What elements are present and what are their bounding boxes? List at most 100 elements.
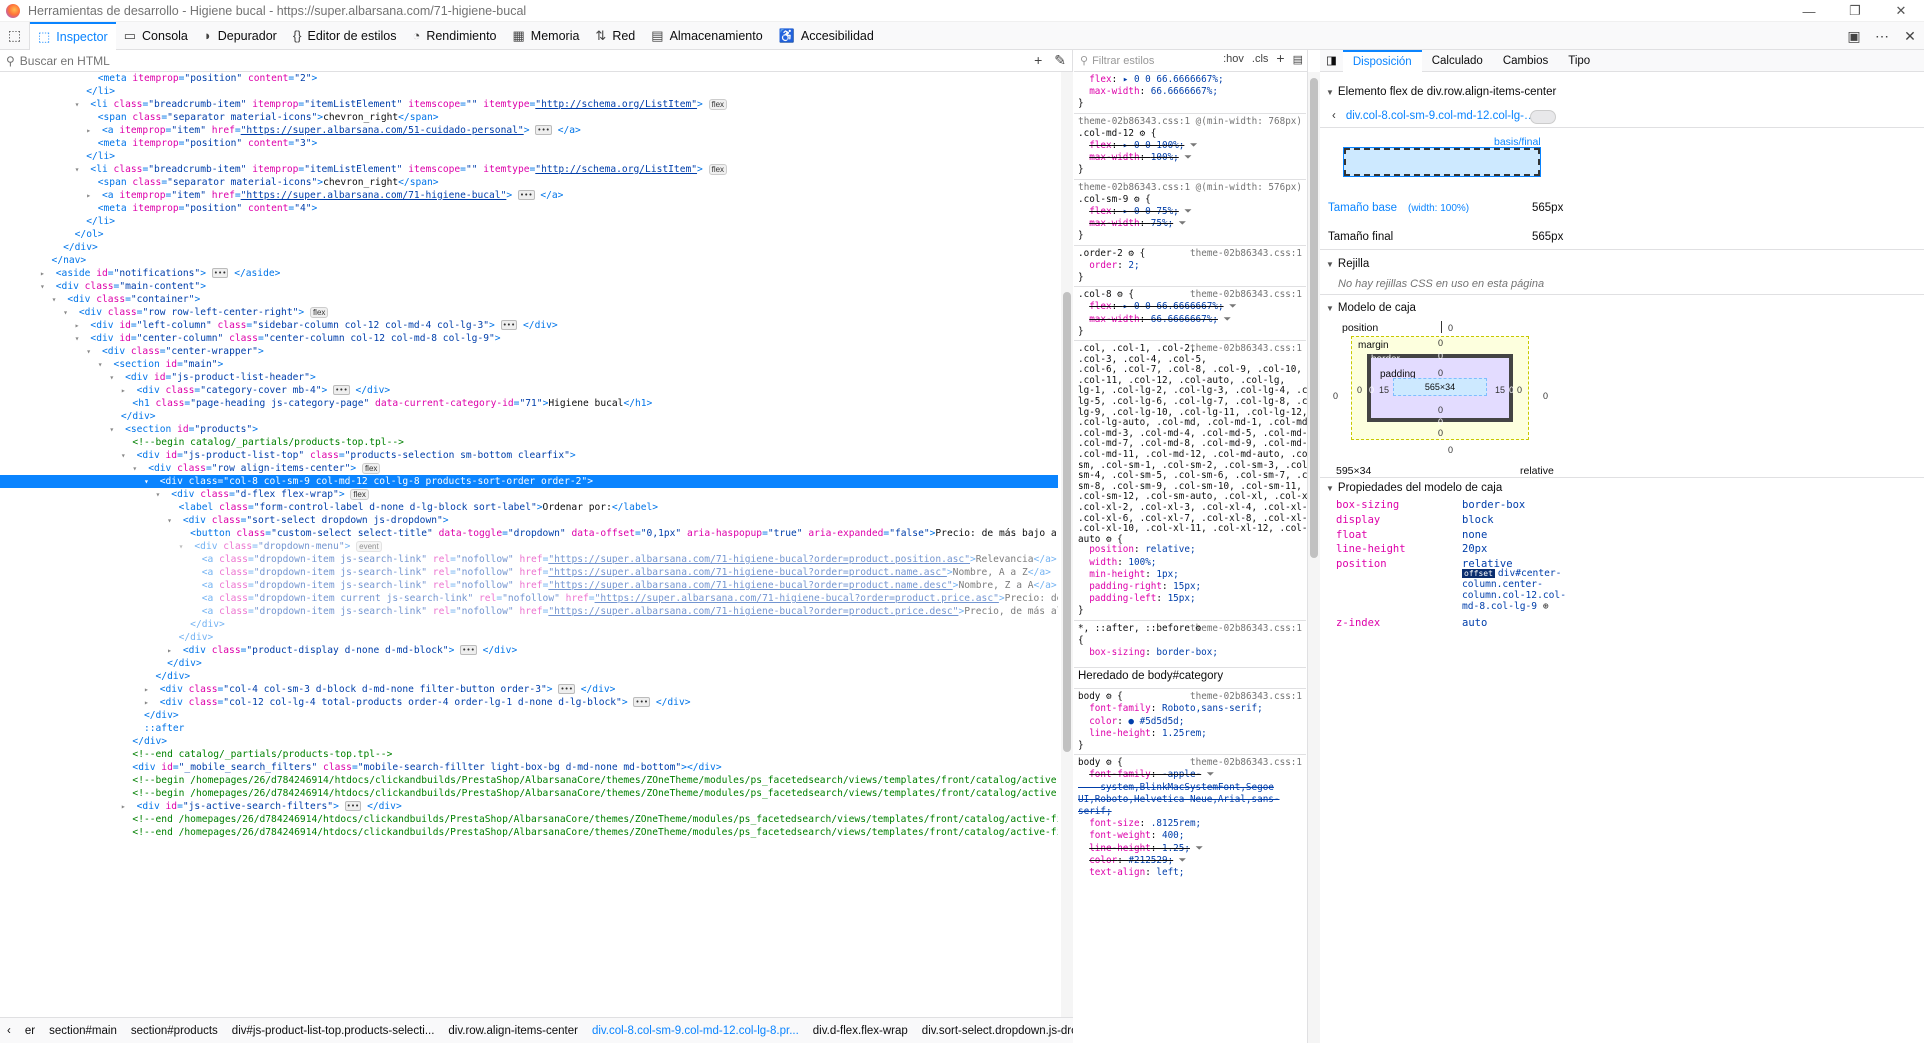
markup-node-row[interactable]: </div>	[0, 618, 1058, 631]
markup-node-row[interactable]: ▸ <div class="col-12 col-lg-4 total-prod…	[0, 696, 1058, 709]
markup-node-row[interactable]: ▾ <div class="main-content">	[0, 280, 1058, 293]
markup-node-row[interactable]: <div id="_mobile_search_filters" class="…	[0, 761, 1058, 774]
minimize-icon[interactable]: —	[1786, 0, 1832, 22]
print-icon[interactable]: ▤	[1293, 53, 1303, 66]
add-rule-icon[interactable]: +	[1276, 51, 1284, 66]
markup-node-row[interactable]: ▾ <div class="row row-left-center-right"…	[0, 306, 1058, 319]
tab-inspector[interactable]: ⬚ Inspector	[30, 21, 116, 50]
markup-node-row[interactable]: ▾ <li class="breadcrumb-item" itemprop="…	[0, 163, 1058, 176]
markup-node-row[interactable]: ▸ <div class="product-display d-none d-m…	[0, 644, 1058, 657]
markup-node-row[interactable]: ▾ <div class="d-flex flex-wrap"> flex	[0, 488, 1058, 501]
markup-node-row[interactable]: <a class="dropdown-item js-search-link" …	[0, 579, 1058, 592]
box-prop-name[interactable]: line-height	[1336, 543, 1406, 555]
markup-node-row[interactable]: <!--end /homepages/26/d784246914/htdocs/…	[0, 813, 1058, 826]
tab-editor-de-estilos[interactable]: {} Editor de estilos	[285, 22, 405, 50]
tab-cambios[interactable]: Cambios	[1493, 50, 1558, 72]
markup-node-row[interactable]: <!--end catalog/_partials/products-top.t…	[0, 748, 1058, 761]
eyedropper-icon[interactable]: ✎	[1054, 52, 1066, 69]
box-model-properties-section[interactable]: ▼ Propiedades del modelo de caja	[1326, 482, 1502, 494]
box-prop-name[interactable]: z-index	[1336, 617, 1380, 629]
markup-node-row[interactable]: ▾ <div class="container">	[0, 293, 1058, 306]
hov-button[interactable]: :hov	[1223, 53, 1244, 66]
rule-source[interactable]: theme-02b86343.css:1	[1190, 343, 1302, 355]
flex-highlight-toggle[interactable]	[1530, 110, 1556, 124]
markup-node-row[interactable]: ▸ <aside id="notifications"> ••• </aside…	[0, 267, 1058, 280]
markup-node-row[interactable]: ▾ <div id="center-column" class="center-…	[0, 332, 1058, 345]
target-icon[interactable]: ⊕	[1537, 601, 1549, 612]
sidebar-toggle-icon[interactable]: ◨	[1320, 50, 1343, 72]
filter-styles-input[interactable]: ⚲ Filtrar estilos :hov .cls + ▤	[1074, 50, 1307, 72]
flex-item-section[interactable]: ▼ Elemento flex de div.row.align-items-ce…	[1326, 86, 1556, 98]
selected-node-row[interactable]: ▾ <div class="col-8 col-sm-9 col-md-12 c…	[0, 475, 1058, 488]
breadcrumb-back-icon[interactable]: ‹	[0, 1025, 18, 1037]
markup-node-row[interactable]: <!--begin /homepages/26/d784246914/htdoc…	[0, 774, 1058, 787]
breadcrumb-item[interactable]: div.d-flex.flex-wrap	[806, 1025, 915, 1037]
tab-rendimiento[interactable]: ◔ Rendimiento	[404, 22, 504, 50]
rule-source[interactable]: theme-02b86343.css:1	[1190, 691, 1302, 703]
markup-node-row[interactable]: ▾ <div class="dropdown-menu"> event	[0, 540, 1058, 553]
markup-node-row[interactable]: </div>	[0, 670, 1058, 683]
tab-calculado[interactable]: Calculado	[1422, 50, 1493, 72]
markup-node-row[interactable]: <label class="form-control-label d-none …	[0, 501, 1058, 514]
flex-item-selector[interactable]: ‹ div.col-8.col-sm-9.col-md-12.col-lg-… ⇕	[1332, 108, 1548, 122]
breadcrumb-item[interactable]: er	[18, 1025, 42, 1037]
markup-node-row[interactable]: <span class="separator material-icons">c…	[0, 111, 1058, 124]
markup-node-row[interactable]: ▸ <div class="col-4 col-sm-3 d-block d-m…	[0, 683, 1058, 696]
rule-source[interactable]: theme-02b86343.css:1	[1190, 623, 1302, 635]
markup-node-row[interactable]: ▾ <div class="sort-select dropdown js-dr…	[0, 514, 1058, 527]
markup-node-row[interactable]: <a class="dropdown-item js-search-link" …	[0, 553, 1058, 566]
markup-node-row[interactable]: ▸ <div class="category-cover mb-4"> ••• …	[0, 384, 1058, 397]
rules-scrollbar[interactable]	[1308, 72, 1320, 1043]
markup-node-row[interactable]: <!--begin /homepages/26/d784246914/htdoc…	[0, 787, 1058, 800]
markup-node-row[interactable]: <a class="dropdown-item current js-searc…	[0, 592, 1058, 605]
markup-node-row[interactable]: </div>	[0, 410, 1058, 423]
markup-node-row[interactable]: <!--begin catalog/_partials/products-top…	[0, 436, 1058, 449]
markup-node-row[interactable]: ▸ <div id="js-active-search-filters"> ••…	[0, 800, 1058, 813]
add-node-icon[interactable]: +	[1034, 52, 1042, 69]
box-prop-name[interactable]: float	[1336, 529, 1368, 541]
markup-node-row[interactable]: ▾ <div id="js-product-list-top" class="p…	[0, 449, 1058, 462]
markup-node-row[interactable]: </li>	[0, 215, 1058, 228]
tab-accesibilidad[interactable]: ♿ Accesibilidad	[771, 22, 882, 50]
restore-icon[interactable]: ❐	[1832, 0, 1878, 22]
grid-section[interactable]: ▼ Rejilla	[1326, 258, 1369, 270]
markup-node-row[interactable]: <a class="dropdown-item js-search-link" …	[0, 605, 1058, 618]
tab-almacenamiento[interactable]: ▤ Almacenamiento	[643, 22, 770, 50]
breadcrumb-item[interactable]: div.sort-select.dropdown.js-dropdown	[915, 1025, 1073, 1037]
markup-node-row[interactable]: ▸ <div id="left-column" class="sidebar-c…	[0, 319, 1058, 332]
media-rule-source[interactable]: theme-02b86343.css:1 @(min-width: 768px)	[1078, 116, 1302, 128]
markup-node-row[interactable]: <a class="dropdown-item js-search-link" …	[0, 566, 1058, 579]
box-model-section[interactable]: ▼ Modelo de caja	[1326, 302, 1416, 314]
markup-node-row[interactable]: ::after	[0, 722, 1058, 735]
markup-node-row[interactable]: </li>	[0, 150, 1058, 163]
markup-node-row[interactable]: <button class="custom-select select-titl…	[0, 527, 1058, 540]
rule-source[interactable]: theme-02b86343.css:1	[1190, 248, 1302, 260]
more-options-icon[interactable]: ⋯	[1868, 28, 1896, 45]
markup-node-row[interactable]: <meta itemprop="position" content="4">	[0, 202, 1058, 215]
tab-red[interactable]: ⇅ Red	[587, 22, 643, 50]
breadcrumb-item[interactable]: div#js-product-list-top.products-selecti…	[225, 1025, 442, 1037]
markup-node-row[interactable]: </div>	[0, 709, 1058, 722]
markup-node-row[interactable]: <meta itemprop="position" content="3">	[0, 137, 1058, 150]
markup-node-row[interactable]: <h1 class="page-heading js-category-page…	[0, 397, 1058, 410]
markup-node-row[interactable]: </div>	[0, 241, 1058, 254]
markup-node-row[interactable]: ▾ <section id="products">	[0, 423, 1058, 436]
markup-node-row[interactable]: <meta itemprop="position" content="2">	[0, 72, 1058, 85]
markup-node-row[interactable]: ▸ <a itemprop="item" href="https://super…	[0, 124, 1058, 137]
tab-consola[interactable]: ▭ Consola	[116, 22, 196, 50]
markup-node-row[interactable]: </div>	[0, 631, 1058, 644]
close-devtools-icon[interactable]: ✕	[1896, 28, 1924, 45]
tab-memoria[interactable]: ▦ Memoria	[505, 22, 588, 50]
breadcrumb-item[interactable]: div.col-8.col-sm-9.col-md-12.col-lg-8.pr…	[585, 1025, 806, 1037]
markup-node-row[interactable]: ▾ <div class="center-wrapper">	[0, 345, 1058, 358]
markup-node-row[interactable]: ▾ <div class="row align-items-center"> f…	[0, 462, 1058, 475]
markup-node-row[interactable]: ▾ <div id="js-product-list-header">	[0, 371, 1058, 384]
tab-disposición[interactable]: Disposición	[1342, 49, 1422, 72]
markup-node-row[interactable]: </div>	[0, 735, 1058, 748]
markup-node-row[interactable]: <span class="separator material-icons">c…	[0, 176, 1058, 189]
markup-node-row[interactable]: ▾ <section id="main">	[0, 358, 1058, 371]
offset-parent[interactable]: offset div#center-column.center-column.co…	[1462, 568, 1566, 612]
dock-icon[interactable]: ▣	[1840, 28, 1868, 45]
box-prop-name[interactable]: position	[1336, 558, 1387, 570]
markup-node-row[interactable]: </nav>	[0, 254, 1058, 267]
